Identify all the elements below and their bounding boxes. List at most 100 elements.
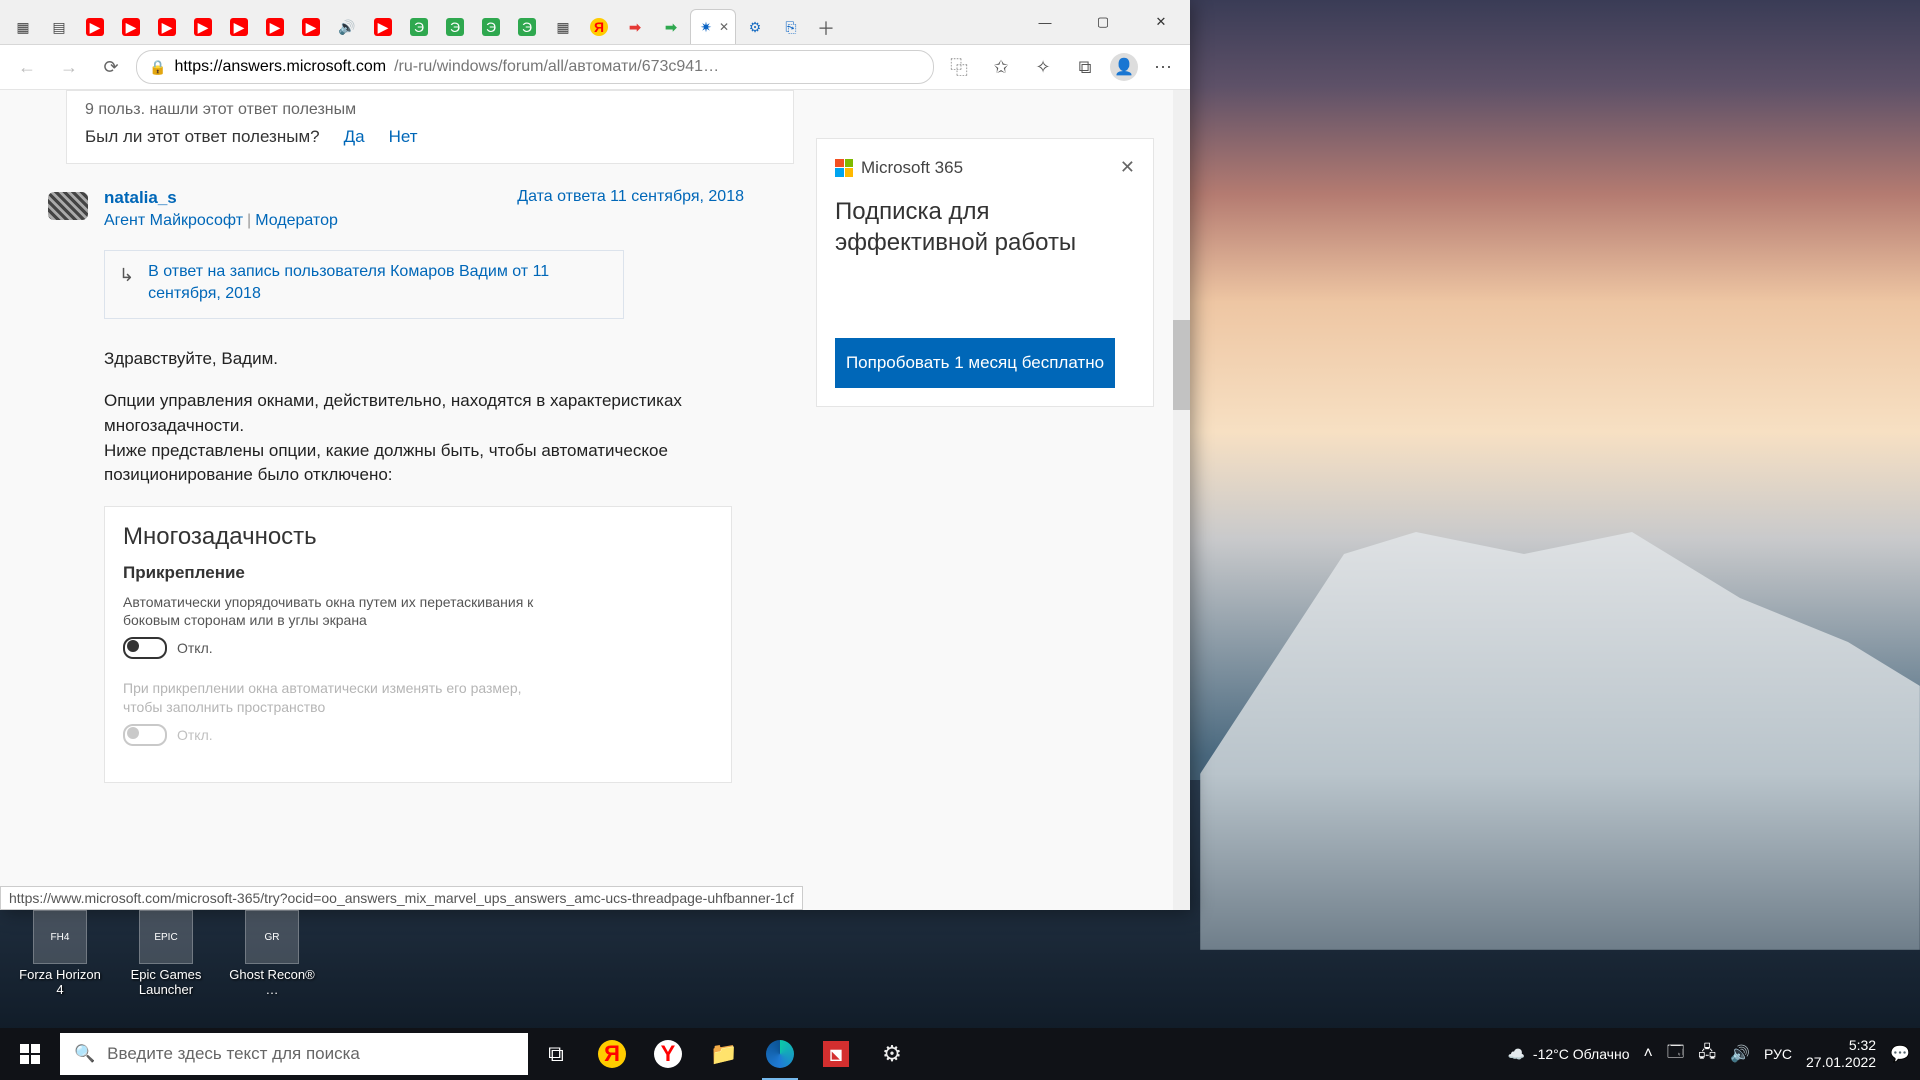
weather-text: -12°C Облачно	[1533, 1046, 1630, 1062]
setting2-desc: При прикреплении окна автоматически изме…	[123, 679, 553, 715]
tab[interactable]: ▶	[222, 10, 256, 44]
lock-icon: 🔒	[149, 59, 166, 76]
profile-avatar[interactable]: 👤	[1110, 53, 1138, 81]
tab[interactable]: Э	[438, 10, 472, 44]
shortcut-forza[interactable]: FH4 Forza Horizon 4	[14, 910, 106, 998]
setting1-desc: Автоматически упорядочивать окна путем и…	[123, 593, 553, 629]
m365-promo-card: Microsoft 365 ✕ Подписка для эффективной…	[816, 138, 1154, 407]
author-avatar[interactable]	[48, 192, 88, 220]
tab[interactable]: ▶	[150, 10, 184, 44]
taskbar-app-yandex[interactable]: Я	[584, 1028, 640, 1080]
answer-greeting: Здравствуйте, Вадим.	[104, 347, 744, 372]
status-bar-link: https://www.microsoft.com/microsoft-365/…	[0, 886, 803, 910]
taskbar-app-edge[interactable]	[752, 1028, 808, 1080]
taskbar-app-explorer[interactable]: 📁	[696, 1028, 752, 1080]
address-bar[interactable]: 🔒 https://answers.microsoft.com/ru-ru/wi…	[136, 50, 934, 84]
tab[interactable]: ▶	[258, 10, 292, 44]
helpful-count: 9 польз. нашли этот ответ полезным	[85, 101, 775, 119]
nav-refresh[interactable]: ⟳	[94, 50, 128, 84]
collections-icon[interactable]: ⧉	[1068, 50, 1102, 84]
tab[interactable]: ⎘	[774, 10, 808, 44]
tray-clock[interactable]: 5:32 27.01.2022	[1806, 1037, 1876, 1071]
settings-title: Многозадачность	[123, 523, 713, 551]
windows-logo-icon	[20, 1044, 40, 1064]
answer-card: natalia_s Агент Майкрософт|Модератор Дат…	[48, 188, 808, 783]
shortcut-icon: EPIC	[139, 910, 193, 964]
start-button[interactable]	[0, 1028, 60, 1080]
tab-active[interactable]: ✷✕	[690, 9, 736, 44]
page-content: 9 польз. нашли этот ответ полезным Был л…	[0, 90, 1190, 910]
settings-section: Прикрепление	[123, 563, 713, 583]
tab[interactable]: ▤	[42, 10, 76, 44]
tray-notifications-icon[interactable]: 💬	[1890, 1044, 1910, 1064]
reader-mode-icon[interactable]: ⿻	[942, 50, 976, 84]
tray-network-icon[interactable]: 🖧	[1698, 1041, 1716, 1068]
tab[interactable]: ▶	[114, 10, 148, 44]
taskbar-app-amd[interactable]: ⬔	[808, 1028, 864, 1080]
shortcut-epic[interactable]: EPIC Epic Games Launcher	[120, 910, 212, 998]
window-close[interactable]: ✕	[1132, 0, 1190, 44]
scrollbar[interactable]	[1173, 90, 1190, 910]
answer-date: Дата ответа 11 сентября, 2018	[517, 188, 744, 206]
scrollbar-thumb[interactable]	[1173, 320, 1190, 410]
favorites-bar-icon[interactable]: ✧	[1026, 50, 1060, 84]
tab[interactable]: ▶	[366, 10, 400, 44]
address-bar-row: ← → ⟳ 🔒 https://answers.microsoft.com/ru…	[0, 45, 1190, 90]
taskbar-search[interactable]: 🔍 Введите здесь текст для поиска	[60, 1033, 528, 1075]
promo-cta-button[interactable]: Попробовать 1 месяц бесплатно	[835, 338, 1115, 388]
author-link[interactable]: natalia_s	[104, 188, 338, 208]
settings-screenshot: Многозадачность Прикрепление Автоматичес…	[104, 506, 732, 783]
tab[interactable]: ▦	[546, 10, 580, 44]
task-view-button[interactable]: ⧉	[528, 1028, 584, 1080]
tab[interactable]: ⚙	[738, 10, 772, 44]
tab-audio[interactable]: 🔊	[330, 10, 364, 44]
setting1-state: Откл.	[177, 640, 213, 656]
close-tab-icon[interactable]: ✕	[719, 20, 729, 34]
tab[interactable]: ▶	[294, 10, 328, 44]
weather-icon: ☁️	[1507, 1046, 1524, 1063]
promo-close-button[interactable]: ✕	[1120, 157, 1135, 178]
taskbar: 🔍 Введите здесь текст для поиска ⧉ Я Y 📁…	[0, 1028, 1920, 1080]
nav-forward[interactable]: →	[52, 50, 86, 84]
tab[interactable]: ▶	[78, 10, 112, 44]
vote-no-button[interactable]: Нет	[389, 127, 418, 147]
setting2-state: Откл.	[177, 727, 213, 743]
menu-icon[interactable]: ⋯	[1146, 50, 1180, 84]
author-tag-agent[interactable]: Агент Майкрософт	[104, 212, 243, 229]
shortcut-ghost[interactable]: GR Ghost Recon® …	[226, 910, 318, 998]
favorite-icon[interactable]: ✩	[984, 50, 1018, 84]
shortcut-icon: FH4	[33, 910, 87, 964]
promo-title: Подписка для эффективной работы	[835, 196, 1135, 258]
weather-widget[interactable]: ☁️ -12°C Облачно	[1507, 1046, 1629, 1063]
taskbar-app-settings[interactable]: ⚙	[864, 1028, 920, 1080]
shortcut-label: Epic Games Launcher	[120, 968, 212, 998]
tab[interactable]: ▶	[186, 10, 220, 44]
tab[interactable]: Э	[474, 10, 508, 44]
answer-text: Здравствуйте, Вадим. Опции управления ок…	[104, 347, 744, 488]
window-minimize[interactable]: ―	[1016, 0, 1074, 44]
tab[interactable]: ▦	[6, 10, 40, 44]
microsoft-logo-icon	[835, 159, 853, 177]
tray-battery-icon[interactable]: 🗔	[1667, 1041, 1684, 1068]
tray-chevron-up-icon[interactable]: ˄	[1643, 1045, 1652, 1063]
tab[interactable]: Я	[582, 10, 616, 44]
tray-language[interactable]: РУС	[1764, 1046, 1792, 1062]
tray-date: 27.01.2022	[1806, 1054, 1876, 1071]
window-maximize[interactable]: ▢	[1074, 0, 1132, 44]
url-path: /ru-ru/windows/forum/all/автомати/673c94…	[394, 58, 719, 76]
tab[interactable]: ➡	[618, 10, 652, 44]
author-tags: Агент Майкрософт|Модератор	[104, 212, 338, 230]
reply-arrow-icon: ↳	[119, 261, 134, 306]
nav-back[interactable]: ←	[10, 50, 44, 84]
tab[interactable]: Э	[402, 10, 436, 44]
taskbar-app-yandex-browser[interactable]: Y	[640, 1028, 696, 1080]
author-tag-moderator[interactable]: Модератор	[255, 212, 338, 229]
tab[interactable]: ➡	[654, 10, 688, 44]
shortcut-label: Forza Horizon 4	[14, 968, 106, 998]
reply-reference[interactable]: ↳ В ответ на запись пользователя Комаров…	[104, 250, 624, 319]
tray-volume-icon[interactable]: 🔊	[1730, 1044, 1750, 1064]
search-placeholder: Введите здесь текст для поиска	[107, 1044, 360, 1064]
tab[interactable]: Э	[510, 10, 544, 44]
vote-yes-button[interactable]: Да	[344, 127, 365, 147]
new-tab-button[interactable]: ＋	[810, 12, 842, 44]
